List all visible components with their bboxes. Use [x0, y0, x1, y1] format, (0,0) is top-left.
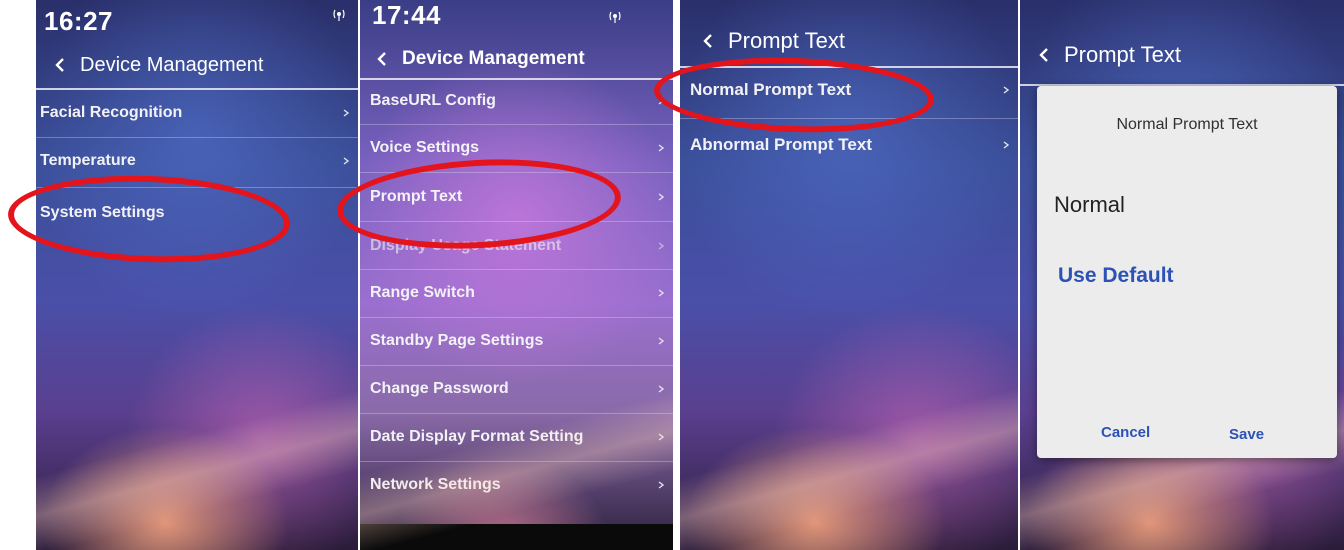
list-item-label: System Settings — [40, 204, 165, 221]
list-item-change-password[interactable]: Change Password — [360, 366, 673, 412]
list-item-baseurl-config[interactable]: BaseURL Config — [360, 78, 673, 124]
chevron-right-icon — [658, 242, 665, 250]
save-button[interactable]: Save — [1229, 426, 1264, 443]
chevron-right-icon — [658, 97, 665, 105]
status-time: 17:44 — [372, 0, 441, 30]
chevron-right-icon — [658, 385, 665, 393]
bezel — [360, 524, 673, 550]
list-item-standby-page-settings[interactable]: Standby Page Settings — [360, 318, 673, 364]
chevron-right-icon — [658, 193, 665, 201]
list-item-voice-settings[interactable]: Voice Settings — [360, 125, 673, 171]
list-item-label: Change Password — [370, 380, 509, 397]
chevron-right-icon — [1003, 141, 1010, 149]
page-title: Prompt Text — [1064, 42, 1181, 67]
header: Prompt Text — [680, 26, 1018, 56]
list-item-network-settings[interactable]: Network Settings — [360, 462, 673, 508]
list-item-prompt-text[interactable]: Prompt Text — [360, 174, 673, 220]
chevron-right-icon — [658, 337, 665, 345]
use-default-button[interactable]: Use Default — [1058, 264, 1174, 288]
row-divider — [36, 187, 358, 188]
list-item-label: Display Usage Statement — [370, 237, 562, 254]
list-item-range-switch[interactable]: Range Switch — [360, 270, 673, 316]
header: Device Management — [360, 44, 673, 74]
row-divider — [360, 221, 673, 222]
list-item-facial-recognition[interactable]: Facial Recognition — [36, 90, 358, 136]
list-item-label: Standby Page Settings — [370, 332, 544, 349]
list-item-label: Range Switch — [370, 284, 475, 301]
page-title: Device Management — [402, 48, 585, 69]
list-item-label: Network Settings — [370, 476, 501, 493]
list-item-label: Facial Recognition — [40, 104, 183, 121]
chevron-right-icon — [1003, 86, 1010, 94]
screen-device-management-1: 16:27 Device Management Facial Recogniti… — [36, 0, 358, 550]
list-item-label: Normal Prompt Text — [690, 80, 852, 99]
list-item-system-settings[interactable]: System Settings — [36, 190, 358, 236]
list-item-label: BaseURL Config — [370, 92, 496, 109]
chevron-right-icon — [658, 144, 665, 152]
list-item-date-display-format[interactable]: Date Display Format Setting — [360, 414, 673, 460]
list-item-label: Prompt Text — [370, 188, 463, 205]
header: Device Management — [36, 50, 358, 80]
page-title: Device Management — [80, 53, 264, 76]
screen-device-management-2: 17:44 Device Management BaseURL Config V… — [360, 0, 673, 550]
list-item-label: Date Display Format Setting — [370, 428, 584, 445]
status-time: 16:27 — [44, 6, 113, 36]
back-chevron-icon[interactable] — [1034, 44, 1056, 66]
dialog-title: Normal Prompt Text — [1116, 116, 1258, 133]
list-item-label: Abnormal Prompt Text — [690, 135, 872, 154]
row-divider — [360, 172, 673, 173]
back-chevron-icon[interactable] — [372, 48, 394, 70]
back-chevron-icon[interactable] — [698, 30, 720, 52]
prompt-value-field[interactable]: Normal — [1054, 192, 1125, 218]
screen-prompt-text: Prompt Text Normal Prompt Text Abnormal … — [680, 0, 1018, 550]
stage: 16:27 Device Management Facial Recogniti… — [0, 0, 1344, 550]
row-divider — [680, 118, 1018, 119]
chevron-right-icon — [658, 289, 665, 297]
list-item-label: Temperature — [40, 152, 136, 169]
signal-antenna-icon — [609, 11, 621, 23]
header: Prompt Text — [1020, 40, 1344, 70]
chevron-right-icon — [343, 109, 350, 117]
back-chevron-icon[interactable] — [50, 54, 72, 76]
page-title: Prompt Text — [728, 28, 845, 53]
list-item-temperature[interactable]: Temperature — [36, 138, 358, 184]
prompt-text-dialog: Normal Prompt Text Normal Use Default Ca… — [1037, 86, 1337, 458]
list-item-normal-prompt-text[interactable]: Normal Prompt Text — [680, 67, 1018, 113]
chevron-right-icon — [658, 481, 665, 489]
list-item-abnormal-prompt-text[interactable]: Abnormal Prompt Text — [680, 122, 1018, 168]
chevron-right-icon — [658, 433, 665, 441]
chevron-right-icon — [343, 157, 350, 165]
cancel-button[interactable]: Cancel — [1101, 424, 1150, 441]
list-item-label: Voice Settings — [370, 139, 480, 156]
signal-antenna-icon — [333, 9, 345, 21]
list-item-display-usage-statement[interactable]: Display Usage Statement — [360, 223, 673, 269]
